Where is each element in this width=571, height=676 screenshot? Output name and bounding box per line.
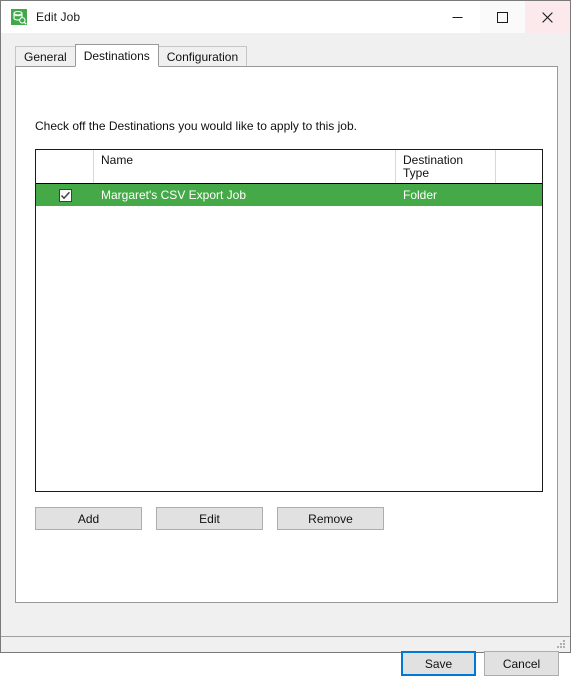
maximize-button[interactable]	[480, 1, 525, 33]
maximize-icon	[497, 11, 508, 23]
row-destination-type: Folder	[403, 188, 438, 202]
tab-strip: General Destinations Configuration	[15, 44, 248, 67]
minimize-icon	[452, 12, 463, 23]
close-button[interactable]	[525, 1, 570, 33]
tab-destinations-label: Destinations	[83, 48, 150, 63]
tab-general-label: General	[24, 49, 67, 64]
title-bar: Edit Job	[1, 1, 570, 33]
cancel-button[interactable]: Cancel	[484, 651, 559, 676]
tab-destinations[interactable]: Destinations	[74, 44, 159, 67]
job-database-icon	[11, 9, 27, 25]
table-row[interactable]: Margaret's CSV Export Job Folder	[36, 184, 542, 206]
resize-grip[interactable]	[555, 637, 567, 649]
destinations-panel: Check off the Destinations you would lik…	[15, 66, 558, 603]
tab-general[interactable]: General	[15, 46, 76, 66]
edit-button[interactable]: Edit	[156, 507, 263, 530]
instruction-text: Check off the Destinations you would lik…	[35, 119, 357, 133]
row-spacer	[496, 184, 542, 206]
window-title: Edit Job	[36, 10, 81, 24]
minimize-button[interactable]	[435, 1, 480, 33]
destination-checkbox[interactable]	[58, 188, 72, 202]
row-name: Margaret's CSV Export Job	[101, 188, 247, 202]
edit-job-dialog: Edit Job General Destinations Configurat…	[0, 0, 571, 676]
destinations-grid[interactable]: Name Destination Type Margaret's CSV Exp…	[35, 149, 543, 492]
grid-header-check[interactable]	[36, 150, 94, 183]
save-button[interactable]: Save	[401, 651, 476, 676]
window-controls	[435, 1, 570, 33]
grid-header-name[interactable]: Name	[94, 150, 396, 183]
tab-configuration[interactable]: Configuration	[157, 46, 248, 66]
remove-button[interactable]: Remove	[277, 507, 384, 530]
checkmark-icon	[60, 190, 71, 201]
grid-header-row: Name Destination Type	[36, 150, 542, 184]
footer-buttons: Save Cancel	[401, 651, 559, 676]
add-button[interactable]: Add	[35, 507, 142, 530]
grid-action-buttons: Add Edit Remove	[35, 507, 384, 530]
title-bar-left: Edit Job	[1, 1, 435, 33]
close-icon	[542, 11, 553, 23]
tab-configuration-label: Configuration	[166, 49, 239, 64]
dialog-footer: Save Cancel	[1, 637, 570, 676]
grid-header-spacer[interactable]	[496, 150, 542, 183]
row-checkbox-cell[interactable]	[36, 184, 94, 206]
grid-header-destination-type[interactable]: Destination Type	[396, 150, 496, 183]
dialog-body: General Destinations Configuration Check…	[1, 33, 570, 676]
